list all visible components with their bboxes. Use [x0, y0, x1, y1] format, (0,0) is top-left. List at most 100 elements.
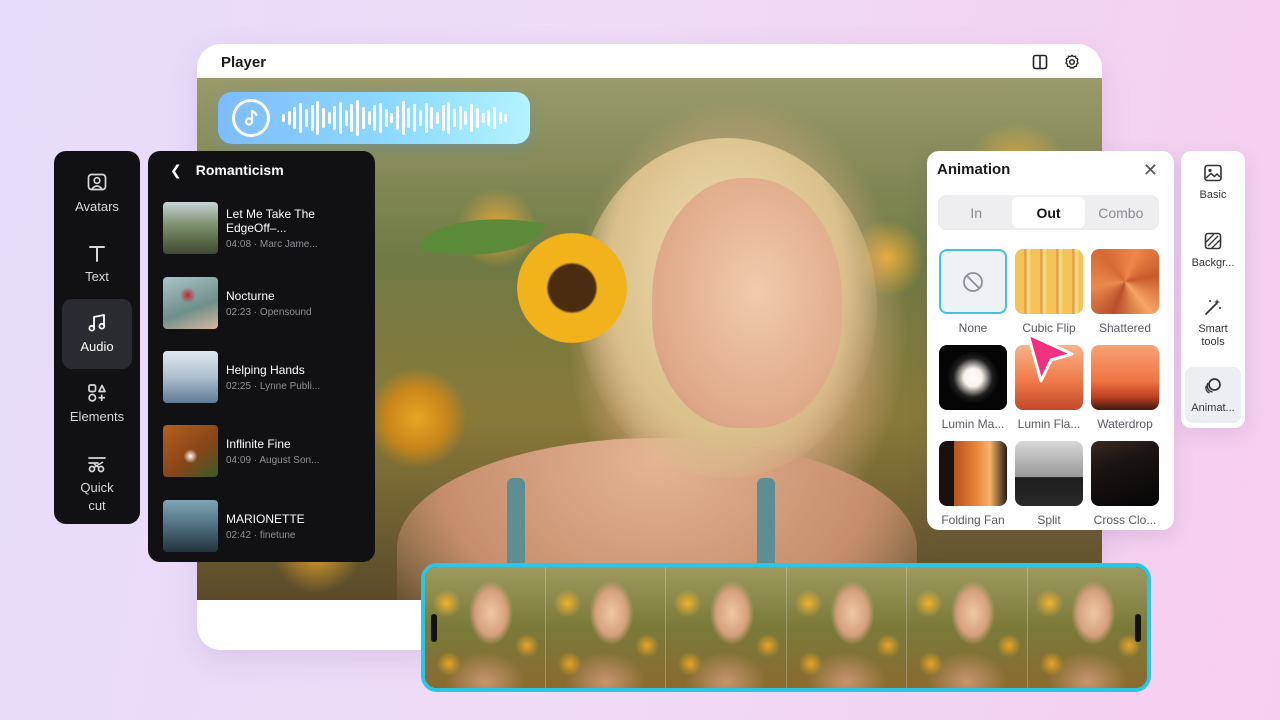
music-library-panel: ❮ Romanticism Let Me Take The EdgeOff–..…	[148, 151, 375, 562]
waveform-bar	[447, 102, 451, 134]
track-thumbnail	[163, 202, 218, 254]
effect-tile	[1091, 249, 1159, 314]
prop-smart-tools[interactable]: Smart tools	[1185, 297, 1241, 349]
timeline-frame	[666, 567, 787, 688]
track-item[interactable]: Let Me Take The EdgeOff–... 04:08 · Marc …	[163, 201, 368, 255]
tool-label: Elements	[69, 409, 125, 424]
track-meta: 02:25 · Lynne Publi...	[226, 380, 321, 392]
tool-label: Text	[85, 269, 109, 284]
elements-icon	[88, 384, 106, 402]
waveform-bar	[304, 109, 308, 127]
audio-waveform-pill[interactable]	[218, 92, 530, 144]
prop-label: Basic	[1199, 189, 1227, 201]
waveform-bar	[390, 113, 394, 123]
effect-tile	[1091, 345, 1159, 410]
effect-label: None	[958, 321, 988, 335]
effect-label: Lumin Ma...	[941, 417, 1005, 431]
effect-tile	[939, 345, 1007, 410]
timeline-frame	[545, 567, 666, 688]
waveform-bar	[464, 111, 468, 125]
waveform-bar	[458, 106, 462, 130]
timeline-frame	[907, 567, 1028, 688]
waveform-bar	[333, 106, 337, 130]
image-icon	[1204, 164, 1222, 182]
waveform-bar	[378, 103, 382, 133]
tab-out[interactable]: Out	[1012, 197, 1085, 228]
effect-label: Lumin Fla...	[1017, 417, 1081, 431]
tool-label: Audio	[80, 339, 114, 354]
waveform-bar	[327, 112, 331, 124]
tab-combo[interactable]: Combo	[1085, 197, 1157, 228]
back-chevron-icon[interactable]: ❮	[170, 162, 182, 179]
effect-lumin-mask[interactable]: Lumin Ma...	[939, 345, 1007, 431]
effect-none[interactable]: None	[939, 249, 1007, 335]
trim-handle-left[interactable]	[431, 614, 437, 642]
waveform-bar	[430, 107, 434, 129]
split-view-icon[interactable]	[1032, 54, 1048, 70]
prop-label: Backgr...	[1191, 257, 1235, 269]
animation-icon	[1205, 378, 1221, 394]
waveform-bar	[282, 114, 285, 122]
prop-background[interactable]: Backgr...	[1185, 231, 1241, 269]
properties-sidebar: Basic Backgr... Smart tools Animat...	[1181, 151, 1245, 428]
track-thumbnail	[163, 500, 218, 552]
waveform-bar	[475, 108, 479, 128]
tool-label: Quick cut	[80, 480, 114, 513]
waveform-bar	[316, 101, 320, 135]
waveform-bar	[310, 105, 314, 131]
waveform-bar	[293, 107, 297, 129]
track-thumbnail	[163, 351, 218, 403]
track-name: Nocturne	[226, 288, 275, 303]
track-name: Let Me Take The EdgeOff–...	[226, 206, 315, 235]
track-name: Inflinite Fine	[226, 436, 291, 451]
effect-tile	[1091, 441, 1159, 506]
waveform-bar	[418, 110, 422, 126]
tool-label: Avatars	[75, 199, 119, 214]
effect-label: Shattered	[1098, 321, 1152, 335]
effect-label: Waterdrop	[1097, 417, 1153, 431]
pointer-cursor-icon	[1026, 332, 1074, 383]
waveform-bar	[413, 104, 417, 132]
waveform-bar	[424, 103, 428, 133]
prop-label: Animat...	[1191, 402, 1235, 414]
waveform-bar	[350, 104, 354, 132]
animation-title: Animation	[937, 161, 1011, 178]
tool-avatars[interactable]: Avatars	[54, 159, 140, 229]
track-thumbnail	[163, 425, 218, 477]
settings-gear-icon[interactable]	[1064, 54, 1080, 70]
effect-shattered[interactable]: Shattered	[1091, 249, 1159, 335]
tool-elements[interactable]: Elements	[54, 369, 140, 439]
prop-animation[interactable]: Animat...	[1185, 367, 1241, 423]
waveform-bar	[344, 110, 348, 126]
waveform-bar	[453, 109, 456, 127]
tool-audio[interactable]: Audio	[62, 299, 132, 369]
track-item[interactable]: Inflinite Fine 04:09 · August Son...	[163, 424, 368, 478]
tab-in[interactable]: In	[940, 197, 1012, 228]
effect-waterdrop[interactable]: Waterdrop	[1091, 345, 1159, 431]
none-prohibited-icon	[963, 271, 983, 292]
effect-split[interactable]: Split	[1015, 441, 1083, 527]
waveform-bar	[299, 103, 303, 133]
effect-cross-clock[interactable]: Cross Clo...	[1091, 441, 1159, 527]
timeline-frame	[425, 567, 546, 688]
track-meta: 02:42 · finetune	[226, 529, 296, 541]
effect-label: Split	[1037, 513, 1061, 527]
track-item[interactable]: Nocturne 02:23 · Opensound	[163, 276, 368, 330]
prop-basic[interactable]: Basic	[1185, 163, 1241, 201]
track-item[interactable]: MARIONETTE 02:42 · finetune	[163, 499, 368, 553]
tool-quick-cut[interactable]: Quick cut	[54, 439, 140, 529]
timeline-clip-strip[interactable]	[421, 563, 1151, 692]
track-item[interactable]: Helping Hands 02:25 · Lynne Publi...	[163, 350, 368, 404]
prop-label: Smart tools	[1198, 323, 1228, 348]
waveform-bar	[470, 104, 474, 132]
effect-cubic-flip[interactable]: Cubic Flip	[1015, 249, 1083, 335]
tool-text[interactable]: Text	[54, 229, 140, 299]
effect-folding-fan[interactable]: Folding Fan	[939, 441, 1007, 527]
timeline-frame	[786, 567, 907, 688]
waveform-bar	[396, 106, 399, 130]
trim-handle-right[interactable]	[1135, 614, 1141, 642]
waveform-bar	[407, 108, 411, 128]
close-icon[interactable]: ✕	[1143, 161, 1158, 179]
player-title: Player	[221, 54, 267, 71]
track-meta: 04:09 · August Son...	[226, 454, 320, 466]
